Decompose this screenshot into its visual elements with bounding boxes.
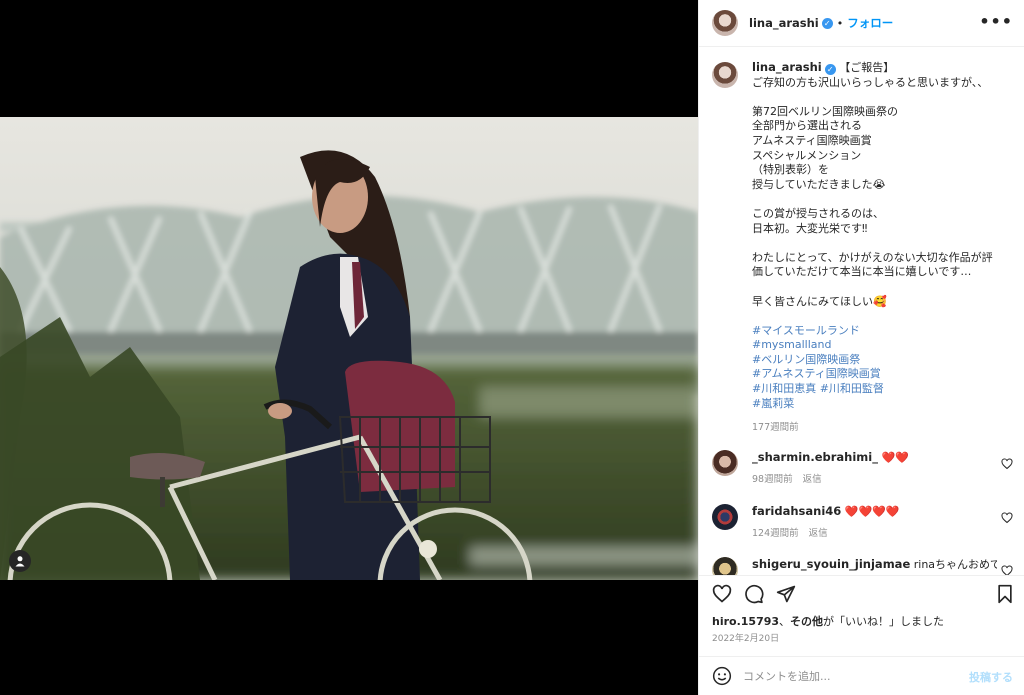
reply-button[interactable]: 返信 xyxy=(809,528,828,539)
verified-badge-icon: ✓ xyxy=(821,17,833,29)
hashtag-link[interactable]: #川和田監督 xyxy=(820,382,884,395)
caption-text: 第72回ベルリン国際映画祭の xyxy=(752,104,898,118)
caption-body: lina_arashi ✓ 【ご報告】 ご存知の方も沢山いらっしゃると思いますが、… xyxy=(752,60,1017,436)
hashtag-link[interactable]: #アムネスティ国際映画賞 xyxy=(752,367,881,380)
hashtag-link[interactable]: #ベルリン国際映画祭 xyxy=(752,353,860,366)
caption-text: 日本初。大変光栄です‼︎ xyxy=(752,221,868,235)
caption: lina_arashi ✓ 【ご報告】 ご存知の方も沢山いらっしゃると思いますが、… xyxy=(712,60,1017,436)
post-viewer: lina_arashi ✓ • フォロー ••• lina_arashi ✓ 【ご… xyxy=(0,0,1024,695)
heart-icon[interactable] xyxy=(1001,565,1013,575)
liker-username[interactable]: hiro.15793 xyxy=(712,615,779,628)
caption-text: この賞が授与されるのは、 xyxy=(752,206,884,220)
post-side-panel: lina_arashi ✓ • フォロー ••• lina_arashi ✓ 【ご… xyxy=(698,0,1024,695)
caption-text: 早く皆さんにみてほしい🥰 xyxy=(752,294,887,308)
media-area xyxy=(0,0,698,695)
add-comment-bar: 投稿する xyxy=(699,656,1024,695)
photo-illustration xyxy=(0,117,698,580)
caption-text xyxy=(752,90,1017,105)
hashtag-link[interactable]: #マイスモールランド xyxy=(752,324,860,337)
caption-text: スペシャルメンション xyxy=(752,148,862,162)
caption-text: 全部門から選出される xyxy=(752,119,862,133)
emoji-icon[interactable] xyxy=(712,666,732,686)
comments-scroll-area[interactable]: lina_arashi ✓ 【ご報告】 ご存知の方も沢山いらっしゃると思いますが、… xyxy=(699,48,1024,575)
comment-time[interactable]: 98週間前 xyxy=(752,474,793,485)
post-date[interactable]: 2022年2月20日 xyxy=(712,631,779,644)
caption-text xyxy=(752,309,1017,324)
caption-text xyxy=(752,236,1017,251)
heart-icon[interactable] xyxy=(1001,512,1013,524)
bookmark-icon[interactable] xyxy=(995,584,1015,604)
likes-text[interactable]: 、その他が「いいね！」しました xyxy=(779,615,944,628)
comment-text: ❤️❤️❤️❤️ xyxy=(844,505,900,518)
comment-item: shigeru_syouin_jinjamae rinaちゃんおめでと xyxy=(712,557,1017,575)
comment-meta: 124週間前 返信 xyxy=(752,525,1017,539)
avatar[interactable] xyxy=(712,504,738,530)
comment-item: faridahsani46 ❤️❤️❤️❤️ 124週間前 返信 xyxy=(712,504,1017,539)
caption-avatar[interactable] xyxy=(712,62,738,88)
likes-others-link[interactable]: その他 xyxy=(790,615,823,628)
tagged-user-button[interactable] xyxy=(9,550,31,572)
follow-button[interactable]: フォロー xyxy=(847,15,893,31)
caption-text: （特別表彰）を xyxy=(752,163,829,177)
caption-username[interactable]: lina_arashi xyxy=(752,60,822,74)
hashtag-line: #mysmallland xyxy=(752,338,1017,353)
avatar[interactable] xyxy=(712,10,738,36)
caption-time[interactable]: 177週間前 xyxy=(752,421,1017,436)
separator-dot: • xyxy=(836,16,844,30)
hashtag-line: #嵐莉菜 xyxy=(752,397,1017,412)
action-bar xyxy=(699,575,1024,610)
caption-text: 価していただけて本当に本当に嬉しいです… xyxy=(752,265,972,279)
comment-text: ❤️❤️ xyxy=(881,451,909,464)
reply-button[interactable]: 返信 xyxy=(803,474,822,485)
comment-item: _sharmin.ebrahimi_ ❤️❤️ 98週間前 返信 xyxy=(712,450,1017,485)
comment-username[interactable]: faridahsani46 xyxy=(752,504,841,518)
caption-text: 【ご報告】 xyxy=(839,61,895,74)
tag-user-icon xyxy=(15,556,25,567)
post-photo[interactable] xyxy=(0,117,698,580)
comment-text-line: shigeru_syouin_jinjamae rinaちゃんおめでと xyxy=(752,557,997,572)
comment-time[interactable]: 124週間前 xyxy=(752,528,799,539)
hashtag-line: #川和田恵真 #川和田監督 xyxy=(752,382,1017,397)
comment-input[interactable] xyxy=(743,667,943,685)
likes-summary: hiro.15793、その他が「いいね！」しました xyxy=(712,613,944,629)
hashtag-line: #ベルリン国際映画祭 xyxy=(752,353,1017,368)
comment-username[interactable]: _sharmin.ebrahimi_ xyxy=(752,450,878,464)
share-icon[interactable] xyxy=(776,584,796,604)
hashtag-link[interactable]: #嵐莉菜 xyxy=(752,397,794,410)
comment-icon[interactable] xyxy=(744,584,764,604)
caption-text: わたしにとって、かけがえのない大切な作品が評 xyxy=(752,250,993,264)
avatar[interactable] xyxy=(712,557,738,575)
comment-text-line: faridahsani46 ❤️❤️❤️❤️ xyxy=(752,504,997,519)
caption-text: アムネスティ国際映画賞 xyxy=(752,133,872,147)
hashtag-line: #アムネスティ国際映画賞 xyxy=(752,367,1017,382)
verified-badge-icon: ✓ xyxy=(824,64,836,75)
caption-text xyxy=(752,192,1017,207)
comment-username[interactable]: shigeru_syouin_jinjamae xyxy=(752,557,910,571)
post-header: lina_arashi ✓ • フォロー ••• xyxy=(699,0,1024,47)
more-options-icon[interactable]: ••• xyxy=(979,12,1013,31)
comment-meta: 98週間前 返信 xyxy=(752,471,1017,485)
hashtag-link[interactable]: #川和田恵真 xyxy=(752,382,816,395)
post-comment-button[interactable]: 投稿する xyxy=(969,669,1013,685)
heart-icon[interactable] xyxy=(1001,458,1013,470)
avatar[interactable] xyxy=(712,450,738,476)
caption-text xyxy=(752,280,1017,295)
caption-text: 授与していただきました😭 xyxy=(752,177,886,191)
caption-first-line: lina_arashi ✓ 【ご報告】 xyxy=(752,60,1017,76)
hashtag-line: #マイスモールランド xyxy=(752,324,1017,339)
caption-text: ご存知の方も沢山いらっしゃると思いますが、、 xyxy=(752,75,989,89)
hashtag-link[interactable]: #mysmallland xyxy=(752,338,832,351)
header-username[interactable]: lina_arashi xyxy=(749,16,819,30)
comment-text-line: _sharmin.ebrahimi_ ❤️❤️ xyxy=(752,450,997,465)
comment-text: rinaちゃんおめでと xyxy=(913,558,997,571)
heart-icon[interactable] xyxy=(712,584,732,604)
